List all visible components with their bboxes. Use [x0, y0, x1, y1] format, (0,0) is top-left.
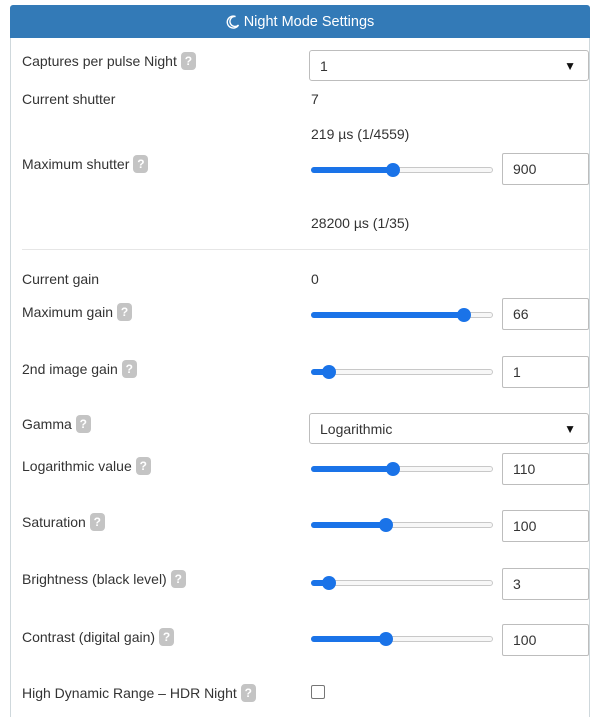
- contrast-slider[interactable]: [311, 631, 493, 647]
- brightness-label: Brightness (black level) ?: [22, 570, 186, 588]
- maximum-gain-slider[interactable]: [311, 307, 493, 323]
- slider-fill: [311, 167, 393, 173]
- help-icon[interactable]: ?: [121, 360, 137, 378]
- maximum-shutter-slider[interactable]: [311, 162, 493, 178]
- current-gain-label: Current gain: [22, 271, 100, 287]
- current-shutter-label: Current shutter: [22, 91, 116, 107]
- current-shutter-value: 7: [311, 91, 319, 107]
- slider-thumb[interactable]: [386, 163, 400, 177]
- slider-track: [311, 580, 493, 586]
- help-icon[interactable]: ?: [159, 628, 175, 646]
- help-icon[interactable]: ?: [133, 155, 149, 173]
- slider-thumb[interactable]: [457, 308, 471, 322]
- slider-thumb[interactable]: [379, 518, 393, 532]
- section-divider: [22, 249, 588, 250]
- maximum-shutter-detail: 28200 µs (1/35): [311, 215, 410, 231]
- second-image-gain-slider[interactable]: [311, 364, 493, 380]
- slider-fill: [311, 312, 464, 318]
- logarithmic-value-input[interactable]: 110: [502, 453, 589, 485]
- current-shutter-detail: 219 µs (1/4559): [311, 126, 410, 142]
- help-icon[interactable]: ?: [170, 570, 186, 588]
- help-icon[interactable]: ?: [75, 415, 91, 433]
- captures-per-pulse-select[interactable]: 1 ▼: [309, 50, 589, 81]
- second-image-gain-input[interactable]: 1: [502, 356, 589, 388]
- moon-icon: [226, 14, 240, 29]
- saturation-slider[interactable]: [311, 517, 493, 533]
- maximum-gain-label: Maximum gain ?: [22, 303, 133, 321]
- second-image-gain-label: 2nd image gain ?: [22, 360, 137, 378]
- logarithmic-value-slider[interactable]: [311, 461, 493, 477]
- saturation-input[interactable]: 100: [502, 510, 589, 542]
- maximum-gain-input[interactable]: 66: [502, 298, 589, 330]
- help-icon[interactable]: ?: [117, 303, 133, 321]
- contrast-input[interactable]: 100: [502, 624, 589, 656]
- help-icon[interactable]: ?: [180, 52, 196, 70]
- hdr-label: High Dynamic Range – HDR Night ?: [22, 684, 256, 702]
- slider-thumb[interactable]: [386, 462, 400, 476]
- brightness-slider[interactable]: [311, 575, 493, 591]
- chevron-down-icon: ▼: [564, 58, 576, 73]
- slider-fill: [311, 466, 393, 472]
- current-gain-value: 0: [311, 271, 319, 287]
- hdr-checkbox[interactable]: [311, 685, 325, 699]
- slider-thumb[interactable]: [322, 365, 336, 379]
- help-icon[interactable]: ?: [240, 684, 256, 702]
- chevron-down-icon: ▼: [564, 421, 576, 436]
- panel-header: Night Mode Settings: [10, 5, 590, 38]
- captures-per-pulse-label: Captures per pulse Night ?: [22, 52, 196, 70]
- brightness-input[interactable]: 3: [502, 568, 589, 600]
- panel-title: Night Mode Settings: [243, 13, 375, 30]
- slider-thumb[interactable]: [322, 576, 336, 590]
- slider-fill: [311, 522, 386, 528]
- slider-fill: [311, 636, 386, 642]
- maximum-shutter-input[interactable]: 900: [502, 153, 589, 185]
- saturation-label: Saturation ?: [22, 513, 105, 531]
- logarithmic-value-label: Logarithmic value ?: [22, 457, 151, 475]
- help-icon[interactable]: ?: [89, 513, 105, 531]
- maximum-shutter-label: Maximum shutter ?: [22, 155, 149, 173]
- contrast-label: Contrast (digital gain) ?: [22, 628, 175, 646]
- gamma-select[interactable]: Logarithmic ▼: [309, 413, 589, 444]
- help-icon[interactable]: ?: [135, 457, 151, 475]
- slider-track: [311, 369, 493, 375]
- gamma-label: Gamma ?: [22, 415, 91, 433]
- slider-thumb[interactable]: [379, 632, 393, 646]
